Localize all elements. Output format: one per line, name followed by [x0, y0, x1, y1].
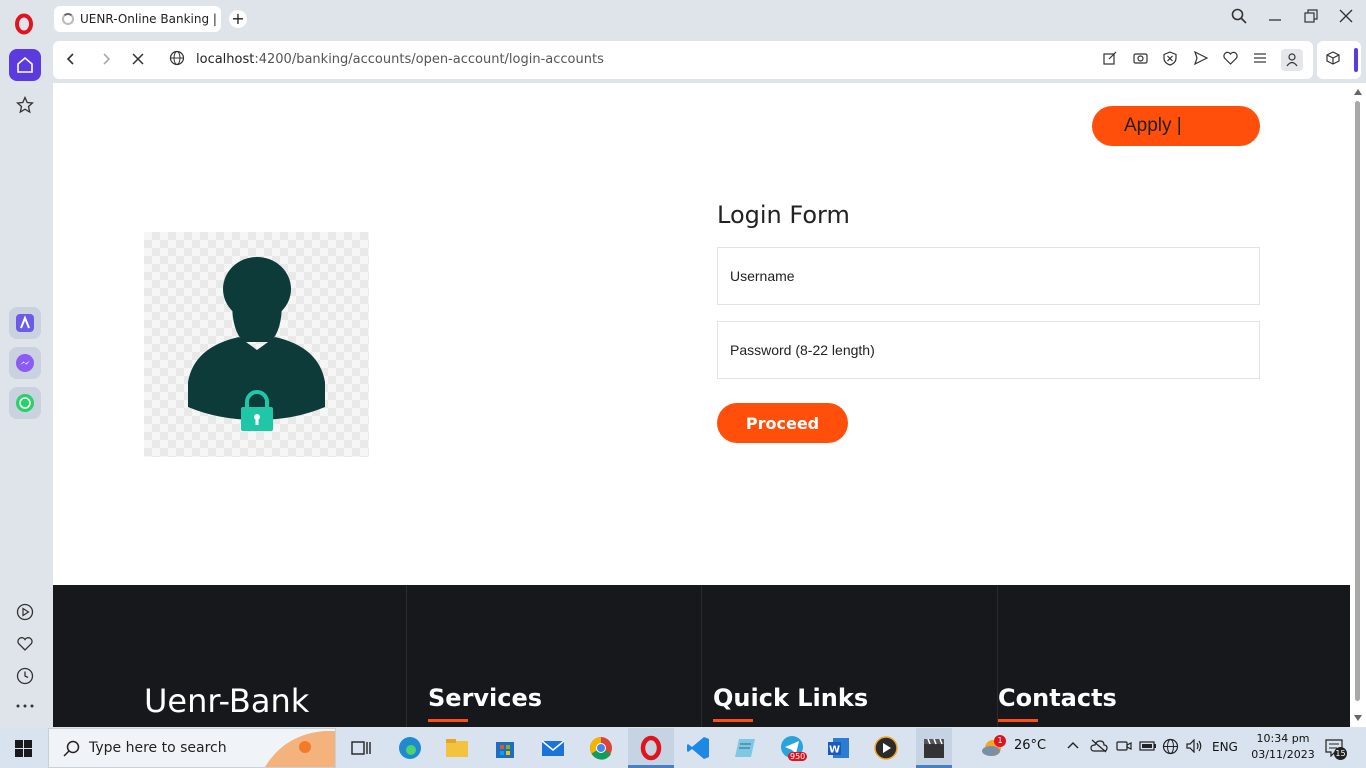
- footer-services-heading: Services: [428, 684, 543, 712]
- footer-contacts-heading: Contacts: [998, 684, 1117, 712]
- login-form-title: Login Form: [717, 201, 850, 229]
- favorites-heart-icon[interactable]: [9, 628, 41, 660]
- share-icon[interactable]: [1101, 51, 1119, 69]
- messenger-icon[interactable]: [9, 347, 41, 379]
- mail-icon[interactable]: [539, 734, 567, 762]
- clapper-app-icon[interactable]: [916, 728, 952, 768]
- clock-time: 10:34 pm: [1256, 732, 1310, 745]
- svg-text:W: W: [829, 745, 840, 756]
- volume-icon[interactable]: [1186, 738, 1203, 757]
- windows-taskbar: Type here to search 950 W 1 26°C ENG 10:…: [0, 728, 1366, 768]
- password-input[interactable]: [717, 321, 1260, 379]
- site-info-globe-icon[interactable]: [167, 50, 187, 70]
- search-placeholder: Type here to search: [89, 740, 227, 756]
- restore-icon[interactable]: [1299, 8, 1323, 27]
- clock-date: 03/11/2023: [1251, 748, 1315, 761]
- task-view-icon[interactable]: [347, 734, 375, 762]
- url-path: :4200/banking/accounts/open-account/logi…: [254, 52, 604, 67]
- player-icon[interactable]: [9, 596, 41, 628]
- word-icon[interactable]: W: [825, 734, 853, 762]
- new-tab-button[interactable]: +: [229, 10, 247, 28]
- page-viewport: Apply | Login Form Proceed Uenr-Bank Ser…: [53, 83, 1350, 727]
- scroll-down-icon[interactable]: [1354, 715, 1362, 721]
- taskbar-clock[interactable]: 10:34 pm 03/11/2023: [1248, 731, 1318, 763]
- bookmark-heart-icon[interactable]: [1221, 51, 1239, 69]
- close-window-icon[interactable]: [1334, 8, 1358, 27]
- extensions-area: [1317, 41, 1361, 79]
- notepad-icon[interactable]: [731, 734, 759, 762]
- minimize-icon[interactable]: [1263, 8, 1287, 27]
- user-lock-image: [144, 232, 369, 457]
- username-input[interactable]: [717, 247, 1260, 305]
- aria-icon[interactable]: [9, 307, 41, 339]
- stop-loading-icon[interactable]: [128, 50, 148, 70]
- footer-quick-links-heading: Quick Links: [713, 684, 869, 712]
- telegram-icon[interactable]: 950: [778, 734, 808, 762]
- scrollbar-thumb[interactable]: [1355, 101, 1360, 701]
- forward-icon[interactable]: [96, 50, 116, 70]
- snapshot-camera-icon[interactable]: [1131, 51, 1149, 69]
- language-indicator[interactable]: ENG: [1212, 740, 1238, 754]
- whatsapp-icon[interactable]: [9, 387, 41, 419]
- easy-setup-icon[interactable]: [1251, 51, 1269, 69]
- tab-title: UENR-Online Banking | 2023: [80, 12, 221, 26]
- profile-icon[interactable]: [1281, 49, 1303, 71]
- network-globe-icon[interactable]: [1162, 738, 1179, 759]
- meet-now-icon[interactable]: [1116, 739, 1132, 757]
- media-player-icon[interactable]: [872, 734, 900, 762]
- notifications-count: 15: [1334, 747, 1347, 760]
- battery-icon[interactable]: [1139, 739, 1157, 757]
- adblock-shield-icon[interactable]: [1161, 51, 1179, 69]
- vscode-icon[interactable]: [684, 734, 712, 762]
- loading-spinner-icon: [62, 13, 74, 25]
- chrome-icon[interactable]: [587, 734, 615, 762]
- opera-taskbar-icon[interactable]: [628, 728, 674, 768]
- edge-icon[interactable]: [396, 734, 424, 762]
- services-underline: [428, 719, 468, 722]
- browser-titlebar: UENR-Online Banking | 2023 +: [0, 0, 1366, 40]
- quick-links-underline: [713, 719, 753, 722]
- contacts-underline: [998, 719, 1038, 722]
- windows-start-icon[interactable]: [15, 740, 32, 761]
- address-bar: localhost:4200/banking/accounts/open-acc…: [53, 41, 1313, 79]
- url-host: localhost: [196, 52, 255, 67]
- file-explorer-icon[interactable]: [443, 734, 471, 762]
- temperature-label: 26°C: [1014, 738, 1047, 753]
- search-highlight-illustration: [265, 731, 335, 767]
- sidebar-toggle-indicator[interactable]: [1354, 48, 1358, 72]
- microsoft-store-icon[interactable]: [491, 734, 519, 762]
- telegram-badge: 950: [788, 752, 808, 761]
- extensions-cube-icon[interactable]: [1324, 51, 1342, 69]
- opera-logo-icon[interactable]: [12, 12, 36, 36]
- weather-badge: 1: [994, 735, 1006, 747]
- notifications-icon[interactable]: 15: [1325, 739, 1347, 761]
- proceed-button[interactable]: Proceed: [717, 403, 848, 443]
- user-lock-icon: [188, 257, 325, 431]
- speed-dial-star-icon[interactable]: [9, 89, 41, 121]
- history-clock-icon[interactable]: [9, 660, 41, 692]
- scroll-up-icon[interactable]: [1354, 89, 1362, 95]
- home-icon[interactable]: [9, 49, 41, 81]
- back-icon[interactable]: [61, 50, 81, 70]
- footer: Uenr-Bank Services Quick Links Contacts: [53, 585, 1350, 727]
- search-icon: [63, 740, 80, 757]
- search-tabs-icon[interactable]: [1227, 8, 1251, 28]
- footer-brand: Uenr-Bank: [144, 682, 310, 720]
- url-field[interactable]: localhost:4200/banking/accounts/open-acc…: [196, 52, 604, 67]
- browser-sidebar: [0, 40, 50, 728]
- show-hidden-icons-icon[interactable]: [1066, 739, 1080, 755]
- browser-tab[interactable]: UENR-Online Banking | 2023: [54, 6, 221, 32]
- send-icon[interactable]: [1192, 50, 1210, 69]
- more-options-icon[interactable]: [9, 690, 41, 722]
- taskbar-search-box[interactable]: Type here to search: [48, 728, 336, 768]
- apply-button[interactable]: Apply |: [1092, 106, 1260, 146]
- weather-icon[interactable]: 1: [981, 734, 1007, 764]
- page-scrollbar[interactable]: [1350, 83, 1366, 727]
- onedrive-off-icon[interactable]: [1090, 739, 1108, 757]
